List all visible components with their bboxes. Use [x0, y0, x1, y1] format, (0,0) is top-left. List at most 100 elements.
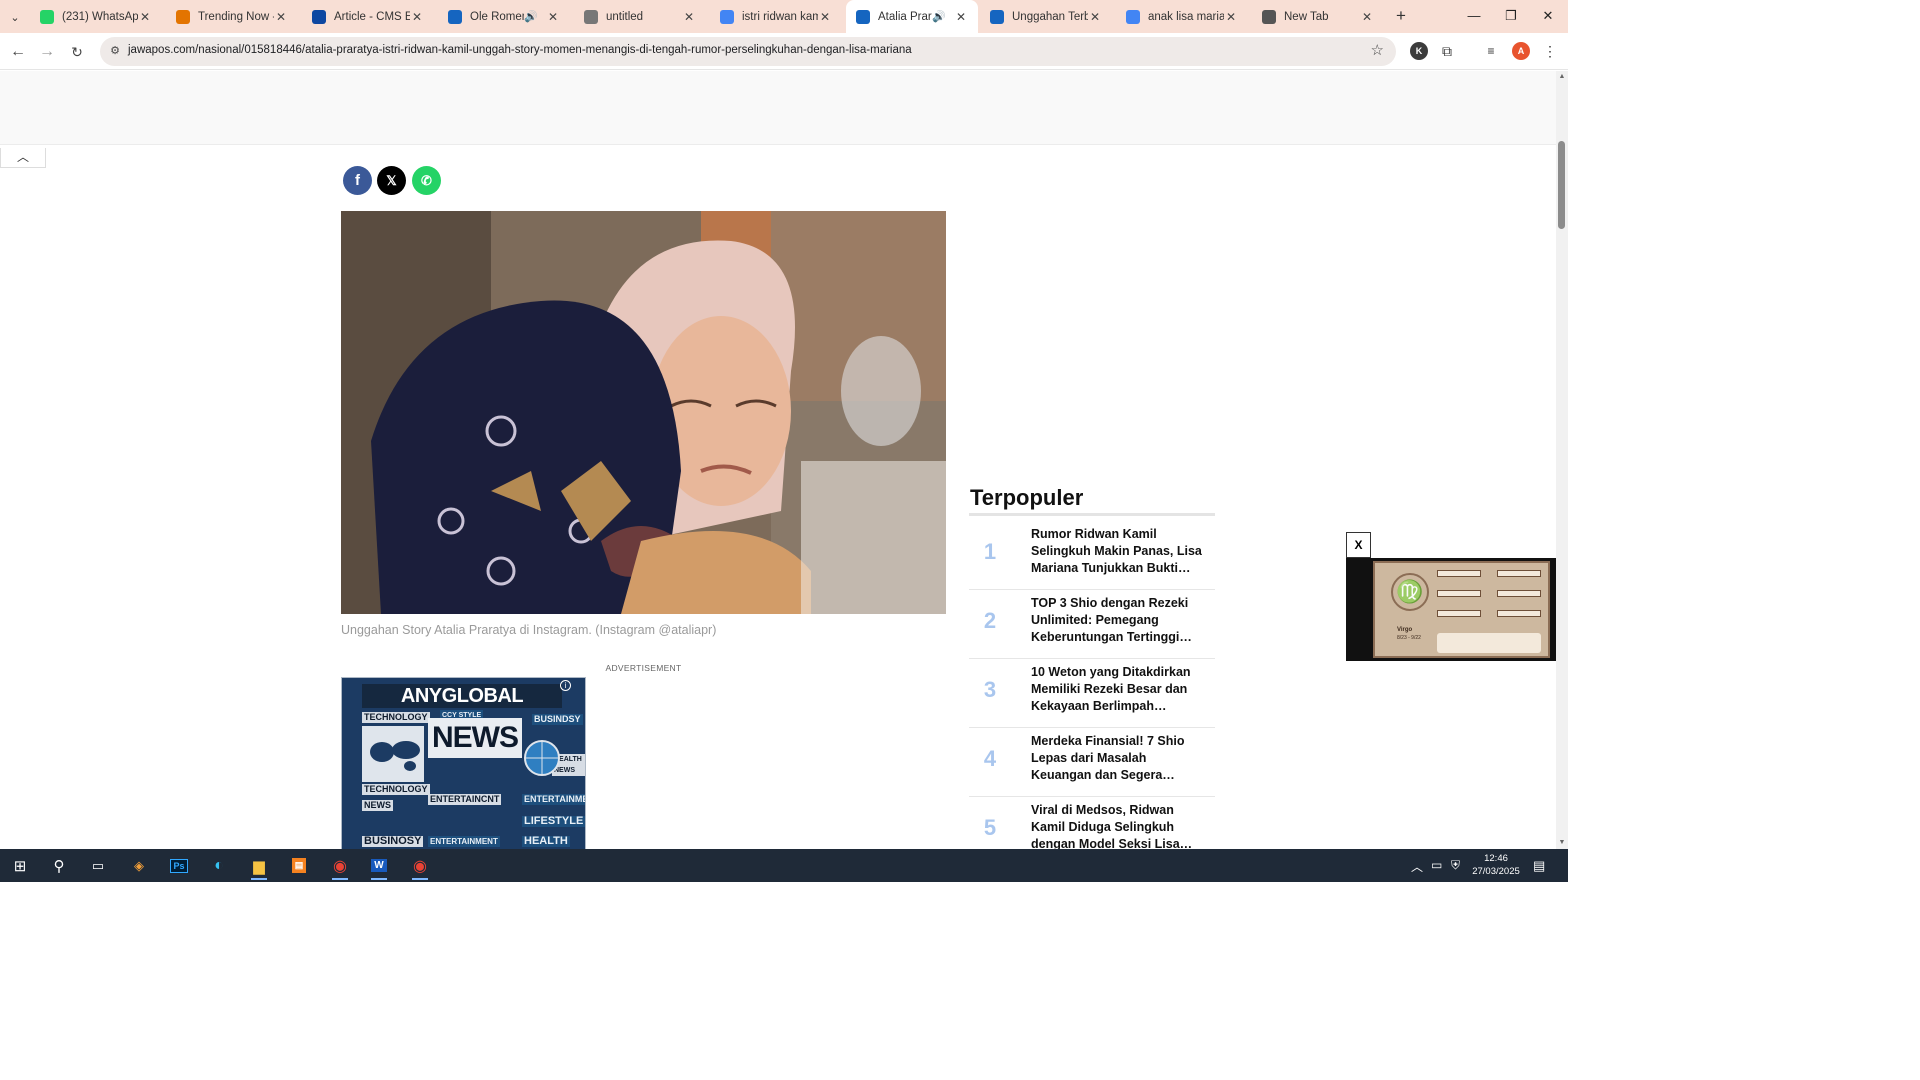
popular-headline-link[interactable]: Rumor Ridwan Kamil Selingkuh Makin Panas… — [1031, 526, 1203, 577]
copilot-icon[interactable]: ◈ — [125, 853, 153, 878]
close-tab-icon[interactable]: ✕ — [1224, 10, 1238, 24]
reload-button[interactable]: ↻ — [64, 39, 90, 65]
tab-title: Trending Now - Google Trends — [198, 10, 274, 23]
menu-kebab-icon[interactable]: ⋮ — [1541, 42, 1559, 60]
zodiac-chip — [1437, 590, 1481, 597]
system-clock[interactable]: 12:46 27/03/2025 — [1468, 852, 1524, 878]
page-scrollbar[interactable]: ▲ ▼ — [1556, 71, 1568, 849]
section-divider — [969, 513, 1215, 516]
browser-tab[interactable]: Ole Romeny Kembali🔊 ✕ — [438, 0, 570, 33]
zodiac-dates: 8/23 - 9/22 — [1397, 635, 1421, 641]
back-button[interactable]: ← — [5, 39, 31, 65]
close-tab-icon[interactable]: ✕ — [682, 10, 696, 24]
news-ad-banner[interactable]: ANYGLOBAL i TECHNOLOGY BUSINDSY CCY STYL… — [341, 677, 586, 849]
scroll-up-arrow-icon[interactable]: ▲ — [1556, 71, 1568, 83]
popular-headline-link[interactable]: TOP 3 Shio dengan Rezeki Unlimited: Peme… — [1031, 595, 1203, 646]
popular-headline-link[interactable]: 10 Weton yang Ditakdirkan Memiliki Rezek… — [1031, 664, 1203, 715]
restore-button[interactable]: ❐ — [1491, 0, 1531, 33]
ad-cell: HEALTH — [522, 835, 570, 847]
ad-info-icon[interactable]: i — [560, 680, 571, 691]
ad-cell: NEWS — [362, 800, 393, 811]
new-tab-button[interactable]: + — [1390, 6, 1412, 28]
close-tab-icon[interactable]: ✕ — [546, 10, 560, 24]
bookmark-star-icon[interactable]: ☆ — [1371, 41, 1384, 59]
edge-icon[interactable]: ◐ — [205, 853, 233, 878]
office-app-icon[interactable]: ▤ — [285, 853, 313, 878]
browser-toolbar: ← → ↻ ⚙ jawapos.com/nasional/015818446/a… — [0, 33, 1568, 70]
browser-tab[interactable]: New Tab ✕ — [1252, 0, 1384, 33]
close-tab-icon[interactable]: ✕ — [1360, 10, 1374, 24]
share-facebook-button[interactable]: f — [343, 166, 372, 195]
zodiac-chip — [1437, 610, 1481, 617]
share-x-button[interactable]: 𝕏 — [377, 166, 406, 195]
browser-tab[interactable]: istri ridwan kamil - Google✕ — [710, 0, 842, 33]
popular-item[interactable]: 3 10 Weton yang Ditakdirkan Memiliki Reze… — [969, 659, 1215, 728]
zodiac-name: Virgo — [1397, 627, 1413, 633]
close-tab-icon[interactable]: ✕ — [274, 10, 288, 24]
popular-item[interactable]: 4 Merdeka Finansial! 7 Shio Lepas dari Ma… — [969, 728, 1215, 797]
browser-tab[interactable]: anak lisa mariana - Google✕ — [1116, 0, 1248, 33]
tab-strip: ⌄ (231) WhatsApp✕Trending Now - Google T… — [0, 0, 1568, 33]
close-tab-icon[interactable]: ✕ — [138, 10, 152, 24]
popular-item[interactable]: 2 TOP 3 Shio dengan Rezeki Unlimited: Pem… — [969, 590, 1215, 659]
zodiac-chip — [1497, 610, 1541, 617]
top-ad-slot — [0, 71, 1556, 145]
extension-k-icon[interactable]: K — [1410, 42, 1428, 60]
task-view-icon[interactable]: ▭ — [84, 853, 112, 878]
forward-button[interactable]: → — [34, 39, 60, 65]
browser-tab[interactable]: untitled ✕ — [574, 0, 706, 33]
popular-item[interactable]: 5 Viral di Medsos, Ridwan Kamil Diduga Se… — [969, 797, 1215, 849]
popular-rank: 1 — [983, 539, 997, 564]
popular-headline-link[interactable]: Viral di Medsos, Ridwan Kamil Diduga Sel… — [1031, 802, 1203, 849]
tab-title: Article - CMS EDITOR — [334, 10, 410, 23]
zodiac-chip — [1497, 590, 1541, 597]
popular-headline-link[interactable]: Merdeka Finansial! 7 Shio Lepas dari Mas… — [1031, 733, 1203, 784]
scrollbar-thumb[interactable] — [1558, 141, 1565, 229]
close-tab-icon[interactable]: ✕ — [410, 10, 424, 24]
tab-search-button[interactable]: ⌄ — [4, 6, 26, 28]
browser-tab[interactable]: Unggahan Terbaru✕ — [980, 0, 1112, 33]
chrome-icon[interactable]: ◉ — [326, 853, 354, 880]
popular-item[interactable]: 1 Rumor Ridwan Kamil Selingkuh Makin Pana… — [969, 521, 1215, 590]
speaker-icon[interactable]: 🔊 — [932, 10, 946, 23]
windows-taskbar: ⊞ ⚲ ▭ ◈ Ps ◐ ▆ ▤ ◉ W ◉ ︿ ▭ ⛨ 12:46 27/03… — [0, 849, 1568, 882]
browser-tab[interactable]: Article - CMS EDITOR✕ — [302, 0, 434, 33]
media-control-icon[interactable]: ≡ — [1482, 42, 1500, 60]
close-tab-icon[interactable]: ✕ — [818, 10, 832, 24]
windows-start-icon[interactable]: ⊞ — [6, 853, 34, 878]
browser-tab[interactable]: Atalia Praratya Istri Ridwan Kamil🔊 ✕ — [846, 0, 978, 33]
site-info-icon[interactable]: ⚙ — [106, 42, 124, 60]
address-bar[interactable]: ⚙ jawapos.com/nasional/015818446/atalia-… — [100, 37, 1396, 66]
tab-title: Unggahan Terbaru — [1012, 10, 1088, 23]
security-shield-icon[interactable]: ⛨ — [1451, 858, 1460, 873]
url-text[interactable]: jawapos.com/nasional/015818446/atalia-pr… — [128, 44, 912, 56]
browser-tab[interactable]: (231) WhatsApp ✕ — [30, 0, 162, 33]
minimize-button[interactable]: — — [1454, 0, 1494, 33]
word-icon[interactable]: W — [365, 853, 393, 880]
profile-avatar[interactable]: A — [1512, 42, 1530, 60]
network-icon[interactable]: ▭ — [1431, 858, 1442, 872]
search-icon[interactable]: ⚲ — [45, 853, 73, 878]
ad-cell: TECHNOLOGY — [362, 784, 430, 795]
zodiac-note — [1437, 633, 1541, 653]
notification-icon[interactable]: ▤ — [1533, 858, 1545, 874]
chrome-profile-icon[interactable]: ◉ — [406, 853, 434, 880]
close-window-button[interactable]: ✕ — [1528, 0, 1568, 33]
collapse-ad-button[interactable]: ︿ — [0, 148, 46, 168]
popular-rank: 3 — [983, 677, 997, 702]
scroll-down-arrow-icon[interactable]: ▼ — [1556, 837, 1568, 849]
close-tab-icon[interactable]: ✕ — [1088, 10, 1102, 24]
ad-cell: TECHNOLOGY — [362, 712, 430, 723]
ad-big-word: NEWS — [428, 718, 522, 758]
file-explorer-icon[interactable]: ▆ — [245, 853, 273, 880]
close-tab-icon[interactable]: ✕ — [954, 10, 968, 24]
tray-overflow-icon[interactable]: ︿ — [1411, 858, 1423, 875]
share-whatsapp-button[interactable]: ✆ — [412, 166, 441, 195]
extensions-puzzle-icon[interactable]: ⧉ — [1438, 42, 1456, 60]
floating-video-ad[interactable]: ♍ Virgo 8/23 - 9/22 — [1346, 558, 1556, 661]
browser-tab[interactable]: Trending Now - Google Trends✕ — [166, 0, 298, 33]
floating-ad-close-button[interactable]: X — [1346, 532, 1371, 558]
speaker-icon[interactable]: 🔊 — [524, 10, 538, 23]
photoshop-icon[interactable]: Ps — [165, 853, 193, 878]
popular-rank: 5 — [983, 815, 997, 840]
